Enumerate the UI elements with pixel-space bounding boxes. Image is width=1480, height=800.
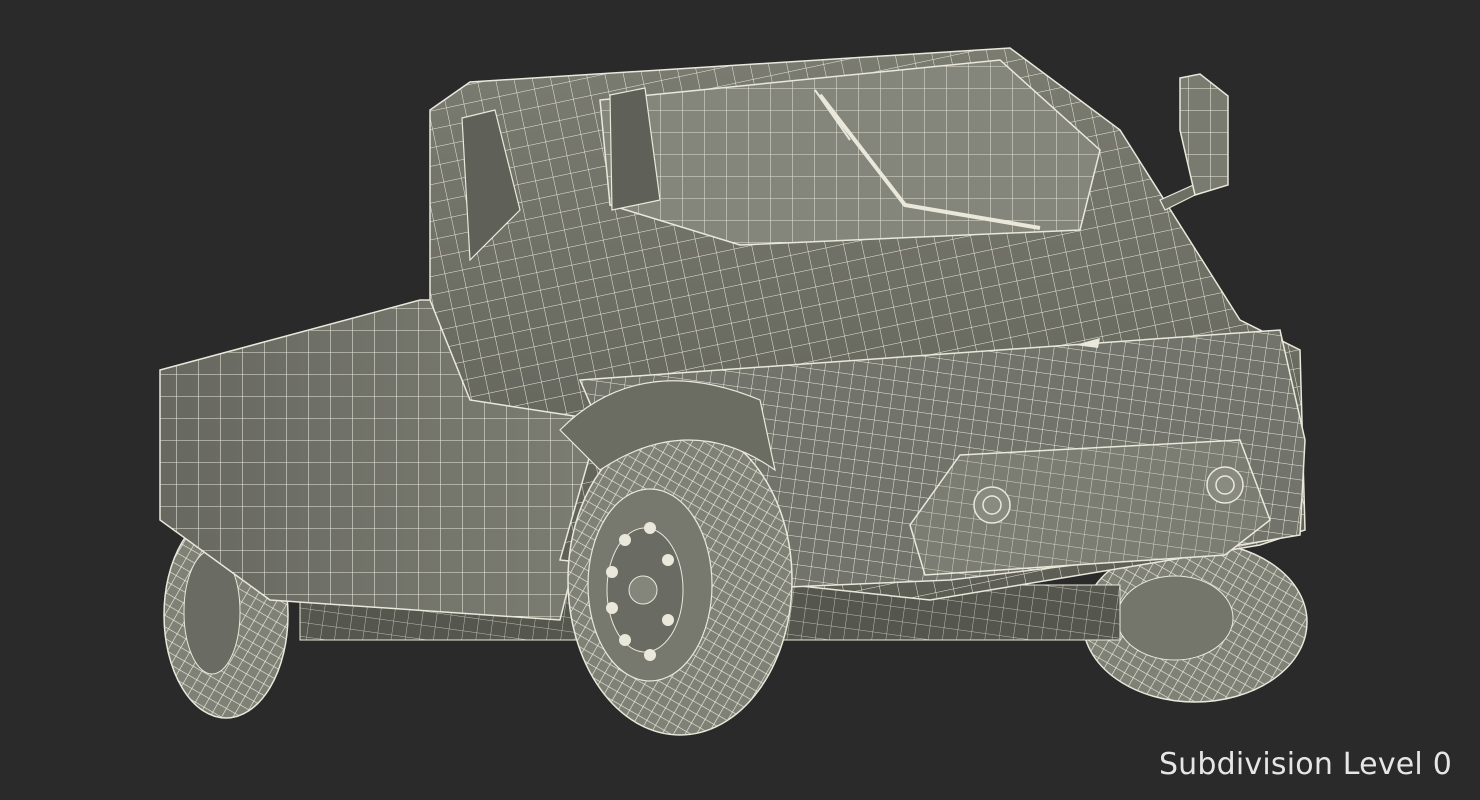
rear-light-left (973, 486, 1011, 524)
render-viewport: Subdivision Level 0 (0, 0, 1480, 800)
wireframe-truck-render (159, 47, 1308, 736)
rear-light-right (1206, 466, 1244, 504)
front-wheel (567, 424, 793, 736)
subdivision-level-caption: Subdivision Level 0 (1158, 747, 1452, 782)
side-mirror (1159, 73, 1229, 211)
